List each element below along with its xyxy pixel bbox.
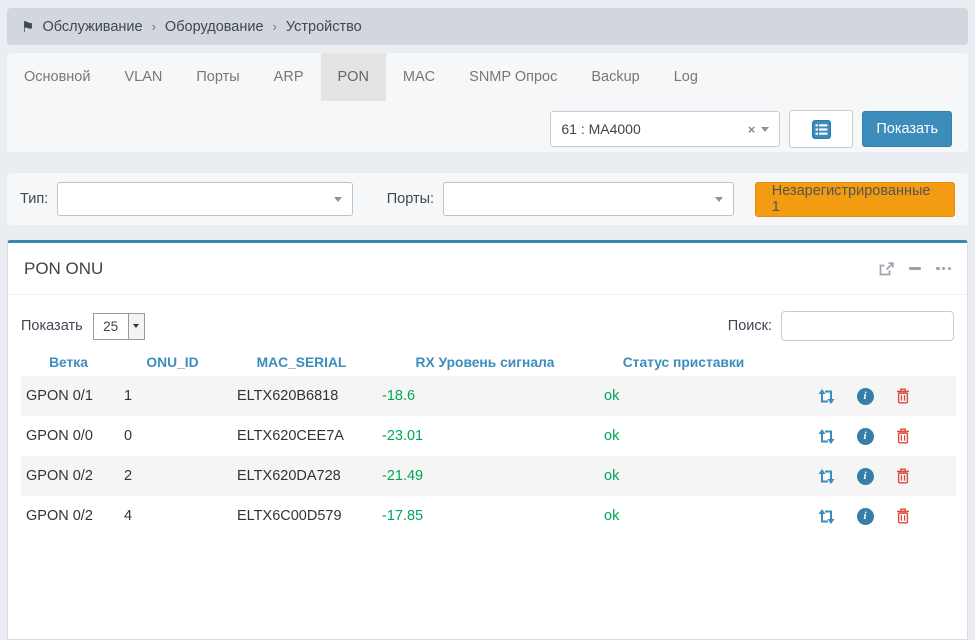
mac-serial-cell: ELTX620DA728 xyxy=(229,456,374,496)
flag-icon: ⚑ xyxy=(21,18,34,36)
clear-icon[interactable]: × xyxy=(742,122,762,137)
page-size-select[interactable]: 25 xyxy=(93,313,145,340)
info-icon[interactable]: i xyxy=(857,508,874,525)
status-cell: ok xyxy=(596,456,771,496)
branch-cell: GPON 0/0 xyxy=(21,416,116,456)
tab-log[interactable]: Log xyxy=(657,53,715,101)
branch-cell: GPON 0/1 xyxy=(21,376,116,416)
info-icon[interactable]: i xyxy=(857,428,874,445)
status-cell: ok xyxy=(596,416,771,456)
filter-panel: Тип: Порты: Незарегистрированные 1 xyxy=(7,173,968,225)
mac-serial-cell: ELTX620B6818 xyxy=(229,376,374,416)
col-header-onu-id[interactable]: ONU_ID xyxy=(116,349,229,376)
breadcrumb-item-device[interactable]: Устройство xyxy=(286,19,362,35)
tab-arp[interactable]: ARP xyxy=(257,53,321,101)
table-row: GPON 0/1 1 ELTX620B6818 -18.6 ok i xyxy=(21,376,956,416)
breadcrumb: ⚑ Обслуживание › Оборудование › Устройст… xyxy=(7,8,968,45)
onu-id-cell: 4 xyxy=(116,496,229,536)
onu-table: Ветка ONU_ID MAC_SERIAL RX Уровень сигна… xyxy=(21,349,956,536)
status-cell: ok xyxy=(596,496,771,536)
breadcrumb-item-service[interactable]: Обслуживание xyxy=(42,19,142,35)
ports-filter-label: Порты: xyxy=(387,191,434,207)
onu-id-cell: 0 xyxy=(116,416,229,456)
col-header-branch[interactable]: Ветка xyxy=(21,349,116,376)
col-header-mac-serial[interactable]: MAC_SERIAL xyxy=(229,349,374,376)
device-list-button[interactable] xyxy=(789,110,853,148)
tab-mac[interactable]: MAC xyxy=(386,53,452,101)
tab-bar: Основной VLAN Порты ARP PON MAC SNMP Опр… xyxy=(7,53,968,101)
search-label: Поиск: xyxy=(728,318,772,334)
type-filter-select[interactable] xyxy=(57,182,353,216)
chevron-right-icon: › xyxy=(152,19,156,34)
chevron-down-icon xyxy=(761,127,769,132)
chevron-down-icon xyxy=(128,314,144,339)
page-size-label: Показать xyxy=(21,318,83,334)
device-select-row: 61 : MA4000 × Показать xyxy=(550,111,952,148)
list-alt-icon xyxy=(812,120,831,139)
table-row: GPON 0/2 2 ELTX620DA728 -21.49 ok i xyxy=(21,456,956,496)
rx-level-cell: -21.49 xyxy=(374,456,596,496)
table-header-row: Ветка ONU_ID MAC_SERIAL RX Уровень сигна… xyxy=(21,349,956,376)
reboot-icon[interactable] xyxy=(818,429,835,444)
panel-body: Показать 25 Поиск: Ветка ONU_ID MAC_SERI… xyxy=(8,295,967,536)
tab-main[interactable]: Основной xyxy=(7,53,107,101)
search-input[interactable] xyxy=(781,311,954,341)
rx-level-cell: -17.85 xyxy=(374,496,596,536)
mac-serial-cell: ELTX620CEE7A xyxy=(229,416,374,456)
panel-header: PON ONU xyxy=(8,243,967,295)
table-row: GPON 0/2 4 ELTX6C00D579 -17.85 ok i xyxy=(21,496,956,536)
chevron-right-icon: › xyxy=(273,19,277,34)
delete-icon[interactable] xyxy=(896,508,910,524)
mac-serial-cell: ELTX6C00D579 xyxy=(229,496,374,536)
pon-onu-panel: PON ONU Показать 25 Поиск: xyxy=(7,240,968,640)
rx-level-cell: -23.01 xyxy=(374,416,596,456)
reboot-icon[interactable] xyxy=(818,469,835,484)
chevron-down-icon xyxy=(334,197,342,202)
tab-ports[interactable]: Порты xyxy=(179,53,256,101)
info-icon[interactable]: i xyxy=(857,388,874,405)
tab-backup[interactable]: Backup xyxy=(574,53,656,101)
branch-cell: GPON 0/2 xyxy=(21,496,116,536)
unregistered-button[interactable]: Незарегистрированные 1 xyxy=(755,182,955,217)
export-icon[interactable] xyxy=(879,262,894,276)
col-header-rx-level[interactable]: RX Уровень сигнала xyxy=(374,349,596,376)
show-device-button[interactable]: Показать xyxy=(862,111,952,147)
chevron-down-icon xyxy=(715,197,723,202)
delete-icon[interactable] xyxy=(896,388,910,404)
delete-icon[interactable] xyxy=(896,468,910,484)
onu-id-cell: 2 xyxy=(116,456,229,496)
panel-title: PON ONU xyxy=(24,259,103,279)
options-icon[interactable] xyxy=(936,267,951,270)
collapse-icon[interactable] xyxy=(909,267,921,270)
page-size-value: 25 xyxy=(94,314,128,339)
tab-vlan[interactable]: VLAN xyxy=(107,53,179,101)
ports-filter-select[interactable] xyxy=(443,182,734,216)
device-tabs-panel: Основной VLAN Порты ARP PON MAC SNMP Опр… xyxy=(7,53,968,152)
status-cell: ok xyxy=(596,376,771,416)
device-select[interactable]: 61 : MA4000 × xyxy=(550,111,780,147)
tab-snmp[interactable]: SNMP Опрос xyxy=(452,53,574,101)
device-select-value: 61 : MA4000 xyxy=(561,121,640,137)
reboot-icon[interactable] xyxy=(818,509,835,524)
tab-pon[interactable]: PON xyxy=(321,53,386,101)
reboot-icon[interactable] xyxy=(818,389,835,404)
table-controls: Показать 25 Поиск: xyxy=(21,311,954,341)
info-icon[interactable]: i xyxy=(857,468,874,485)
branch-cell: GPON 0/2 xyxy=(21,456,116,496)
type-filter-label: Тип: xyxy=(20,191,48,207)
table-row: GPON 0/0 0 ELTX620CEE7A -23.01 ok i xyxy=(21,416,956,456)
rx-level-cell: -18.6 xyxy=(374,376,596,416)
onu-id-cell: 1 xyxy=(116,376,229,416)
col-header-actions xyxy=(771,349,956,376)
breadcrumb-item-equipment[interactable]: Оборудование xyxy=(165,19,264,35)
col-header-status[interactable]: Статус приставки xyxy=(596,349,771,376)
delete-icon[interactable] xyxy=(896,428,910,444)
